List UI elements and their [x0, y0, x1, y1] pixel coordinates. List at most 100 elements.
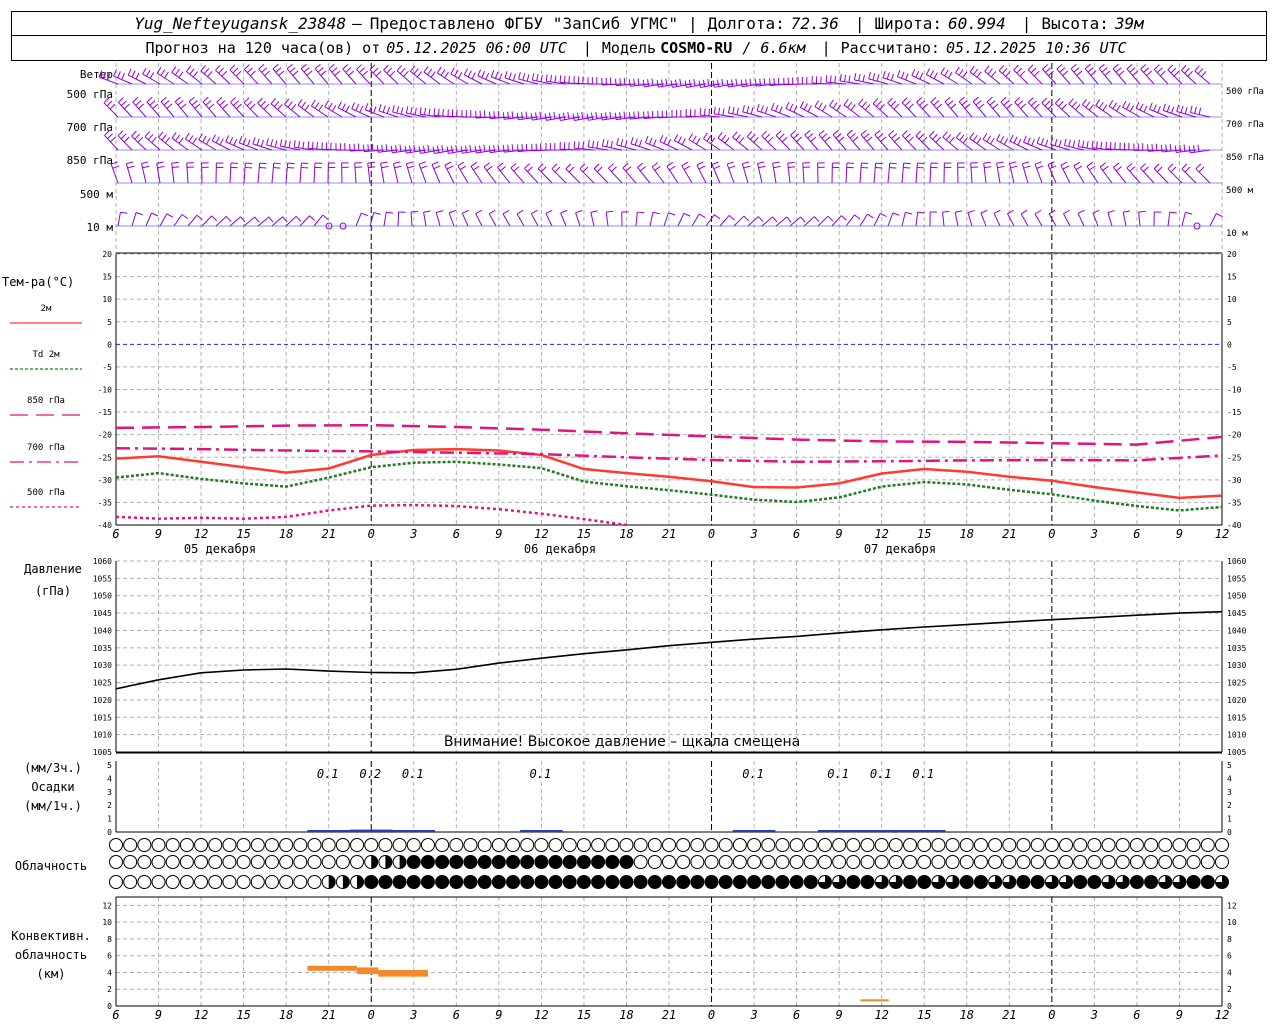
- wind-barb-feather: [205, 100, 212, 106]
- wind-barb-feather: [853, 73, 857, 81]
- wind-barb-feather: [708, 108, 711, 116]
- wind-barb-feather: [493, 145, 496, 153]
- wind-barb: [418, 144, 441, 154]
- wind-barb-feather: [433, 108, 436, 116]
- wind-barb-feather: [279, 139, 283, 147]
- wind-barb-feather: [1054, 138, 1058, 146]
- bottom-time-tick-label: 18: [619, 1008, 633, 1022]
- wind-barb-feather: [1115, 166, 1122, 172]
- bottom-time-tick-label: 12: [1215, 1008, 1229, 1022]
- wind-barb: [761, 130, 777, 151]
- wind-barb: [942, 131, 959, 151]
- wind-barb-feather: [386, 67, 392, 74]
- wind-barb-feather: [761, 130, 767, 137]
- wind-barb: [1126, 162, 1141, 184]
- wind-barb: [829, 99, 847, 118]
- wind-barb: [1056, 63, 1071, 85]
- wind-barb: [1153, 163, 1169, 184]
- wind-barb-feather: [757, 161, 765, 164]
- wind-barb-staff: [423, 212, 427, 227]
- wind-barb-staff: [942, 136, 959, 151]
- wind-barb-feather: [959, 134, 965, 141]
- temp-time-tick-label: 9: [836, 527, 843, 541]
- wind-barb: [518, 72, 539, 85]
- cloud-cover-full: [662, 875, 676, 889]
- wind-barb-staff: [635, 212, 638, 227]
- wind-barb-feather: [793, 105, 798, 113]
- cloud-cover-full: [421, 855, 435, 869]
- wind-barb-feather: [781, 136, 788, 143]
- wind-barb-feather: [770, 102, 775, 110]
- wind-barb-feather: [1019, 70, 1026, 77]
- temp-tick-label-left: -15: [98, 408, 113, 417]
- wind-barb-feather: [858, 73, 861, 81]
- wind-barb-feather: [563, 75, 566, 83]
- wind-barb-feather: [989, 100, 996, 106]
- wind-barb-staff: [1181, 212, 1186, 227]
- wind-barb-feather: [990, 137, 995, 145]
- wind-barb: [757, 161, 766, 184]
- wind-barb: [457, 161, 469, 184]
- wind-barb-feather: [905, 73, 909, 81]
- cloud-cover-circle: [279, 855, 294, 869]
- wind-barb-feather: [652, 211, 660, 215]
- wind-level-label-right: 700 гПа: [1226, 120, 1264, 130]
- wind-barb-feather: [259, 166, 267, 169]
- cloud-cover-full: [449, 855, 463, 869]
- convective-tick-label-right: 12: [1227, 901, 1237, 910]
- wind-barb-feather: [216, 97, 223, 103]
- wind-barb-feather: [928, 130, 935, 137]
- wind-barb: [396, 65, 413, 85]
- wind-barb-staff: [1041, 102, 1057, 118]
- wind-barb: [433, 108, 455, 118]
- cloud-cover-circle: [1059, 838, 1074, 852]
- wind-barb-feather: [1068, 98, 1074, 105]
- wind-barb-feather: [601, 139, 605, 147]
- wind-barb: [132, 97, 147, 118]
- wind-barb-feather: [814, 216, 820, 223]
- pressure-tick-label-left: 1010: [93, 731, 112, 740]
- wind-barb-feather: [778, 133, 785, 140]
- wind-barb-feather: [516, 112, 519, 120]
- wind-barb-feather: [1014, 97, 1021, 103]
- wind-barb-feather: [575, 210, 583, 214]
- temp-tick-label-right: 5: [1227, 318, 1232, 327]
- wind-barb-staff: [858, 103, 875, 118]
- wind-barb-staff: [551, 168, 567, 184]
- wind-barb-staff: [575, 212, 581, 227]
- wind-barb: [915, 130, 931, 151]
- cloud-cover-circle: [1087, 855, 1102, 869]
- cloud-cover-full: [449, 875, 463, 889]
- wind-barb-staff: [200, 70, 217, 85]
- cloud-high-row: [109, 838, 1229, 852]
- cloud-cover-circle: [676, 838, 691, 852]
- wind-barb: [560, 209, 568, 227]
- wind-barb-feather: [361, 212, 368, 217]
- wind-barb-feather: [673, 134, 679, 141]
- wind-barb: [1014, 97, 1029, 118]
- cloud-cover-circle: [165, 838, 180, 852]
- wind-barb-feather: [174, 96, 181, 103]
- wind-barb-feather: [706, 135, 712, 142]
- wind-barb-feather: [933, 72, 938, 79]
- cloud-cover-full: [463, 855, 477, 869]
- wind-barb-staff: [705, 214, 715, 227]
- wind-barb: [698, 78, 721, 88]
- wind-barb-feather: [1060, 161, 1068, 166]
- wind-barb-feather: [993, 209, 1001, 214]
- cloud-cover-circle: [973, 838, 988, 852]
- wind-barb-feather: [1096, 141, 1098, 149]
- wind-barb-feather: [142, 67, 147, 75]
- cloud-cover-full: [520, 875, 534, 889]
- wind-barb: [942, 210, 950, 227]
- wind-barb: [110, 161, 120, 184]
- wind-barb-staff: [998, 70, 1015, 85]
- wind-barb: [928, 130, 945, 151]
- wind-barb-feather: [896, 69, 901, 77]
- precip-tick-label-right: 3: [1227, 788, 1232, 797]
- wind-level-label-right: 10 м: [1226, 229, 1248, 239]
- wind-barb-feather: [394, 165, 402, 169]
- wind-barb-feather: [958, 69, 964, 76]
- cloud-cover-full: [407, 875, 421, 889]
- wind-barb: [431, 161, 441, 184]
